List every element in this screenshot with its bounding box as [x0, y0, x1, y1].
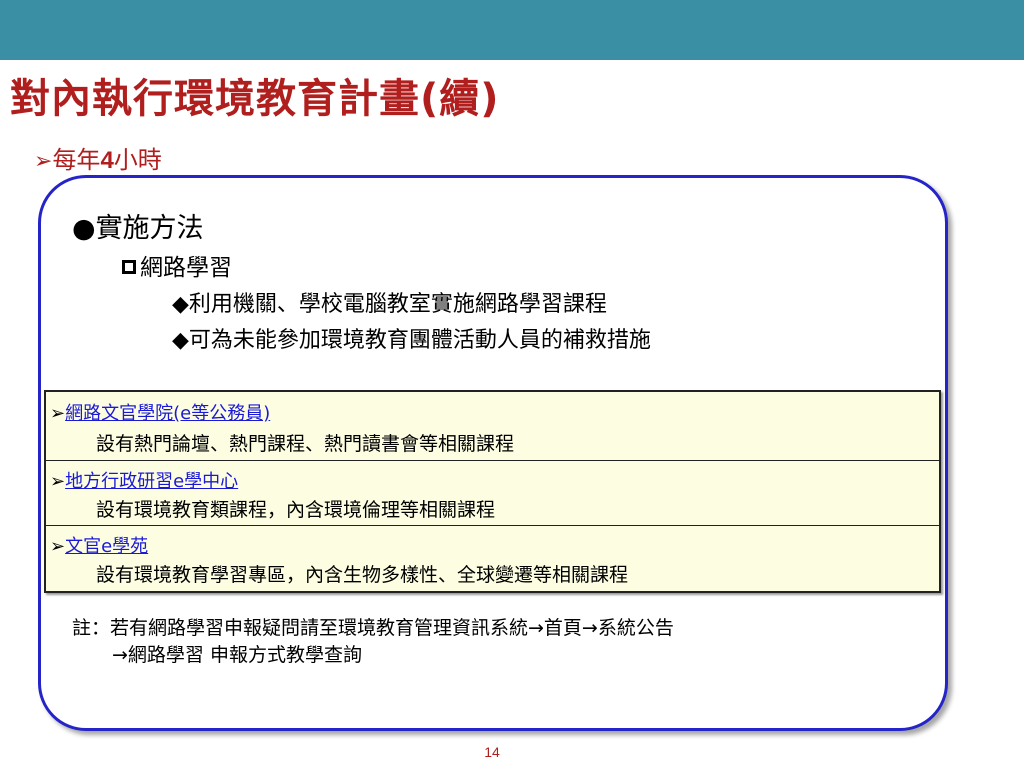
table-row: ➢地方行政研習e學中心 設有環境教育類課程，內含環境倫理等相關課程 [46, 461, 939, 525]
method-heading: ●實施方法 [72, 206, 204, 245]
arrow-bullet-icon: ➢ [50, 471, 66, 492]
method-heading-text: 實施方法 [95, 213, 204, 244]
method-bullet-text: 可為未能參加環境教育團體活動人員的補救措施 [188, 328, 651, 353]
diamond-bullet-icon: ◆ [172, 328, 189, 353]
subtitle-suffix: 小時 [113, 146, 162, 174]
table-row: ➢網路文官學院(e等公務員) 設有熱門論壇、熱門課程、熱門讀書會等相關課程 [46, 392, 939, 460]
method-bullet: ◆可為未能參加環境教育團體活動人員的補救措施 [172, 322, 651, 354]
arrow-bullet-icon: ➢ [50, 536, 66, 557]
note-line-1: 註：若有網路學習申報疑問請至環境教育管理資訊系統→首頁→系統公告 [72, 617, 674, 639]
diamond-bullet-icon: ◆ [172, 292, 189, 317]
subtitle-number: 4 [100, 147, 114, 174]
arrow-bullet-icon: ➢ [50, 403, 66, 424]
course-link[interactable]: 地方行政研習e學中心 [65, 471, 238, 492]
method-subheading: 網路學習 [122, 248, 232, 282]
row-title: ➢文官e學苑 [50, 532, 148, 558]
row-description: 設有熱門論壇、熱門課程、熱門讀書會等相關課程 [96, 433, 515, 455]
note: 註：若有網路學習申報疑問請至環境教育管理資訊系統→首頁→系統公告 →網路學習 申… [72, 615, 674, 669]
course-link[interactable]: 文官e學苑 [65, 536, 148, 557]
course-table: ➢網路文官學院(e等公務員) 設有熱門論壇、熱門課程、熱門讀書會等相關課程 ➢地… [44, 390, 941, 593]
row-description: 設有環境教育類課程，內含環境倫理等相關課程 [96, 499, 496, 521]
subtitle-prefix: 每年 [52, 146, 101, 174]
dot-bullet-icon: ● [72, 213, 96, 244]
table-row: ➢文官e學苑 設有環境教育學習專區，內含生物多樣性、全球變遷等相關課程 [46, 526, 939, 593]
row-description: 設有環境教育學習專區，內含生物多樣性、全球變遷等相關課程 [96, 564, 629, 586]
row-title: ➢地方行政研習e學中心 [50, 467, 238, 493]
course-link[interactable]: 網路文官學院(e等公務員) [65, 403, 270, 424]
method-bullet-text: 利用機關、學校電腦教室實施網路學習課程 [188, 292, 607, 317]
square-bullet-icon [122, 260, 136, 274]
slide-subtitle: ➢每年4小時 [34, 140, 162, 175]
method-bullet: ◆利用機關、學校電腦教室實施網路學習課程 [172, 286, 607, 318]
row-title: ➢網路文官學院(e等公務員) [50, 399, 270, 425]
page-number: 14 [484, 744, 500, 760]
header-bar [0, 0, 1024, 60]
note-line-2: →網路學習 申報方式教學查詢 [112, 644, 362, 666]
method-subheading-text: 網路學習 [140, 255, 232, 281]
slide-title: 對內執行環境教育計畫(續) [10, 76, 500, 122]
arrow-bullet-icon: ➢ [34, 149, 53, 174]
